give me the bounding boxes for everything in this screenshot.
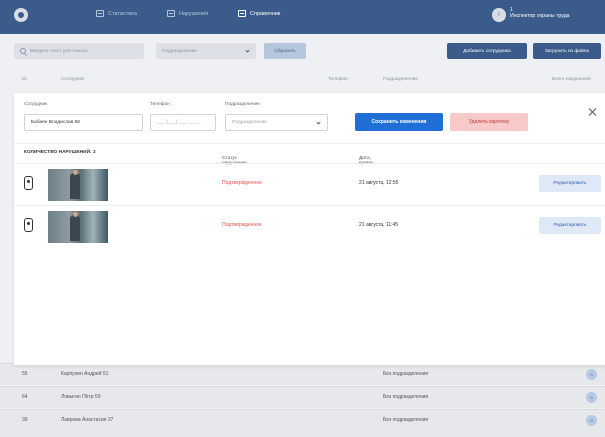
nav-tab-statistics[interactable]: Статистика [96,10,137,17]
sort-down-icon: ↓ [359,156,362,161]
phone-label: Телефон [150,102,170,107]
employee-label: Сотрудник [24,102,48,107]
violations-header: КОЛИЧЕСТВО НАРУШЕНИЙ: 2 Статус нарушения… [14,143,605,166]
violation-thumbnail[interactable] [48,169,108,201]
edit-button[interactable]: Редактировать [539,175,601,192]
table-row[interactable]: 64 Ловыгин Пётр 59 Без подразделения 0 [0,386,605,408]
app-logo[interactable] [14,8,28,22]
chevron-down-icon [316,120,321,125]
nav-tab-violations[interactable]: Нарушения [167,10,208,17]
table-header: ID Сотрудник Телефон Подразделение Всего… [0,74,605,88]
book-icon [238,10,246,17]
close-icon[interactable] [588,107,598,117]
bodycam-icon [24,176,33,190]
violations-count: КОЛИЧЕСТВО НАРУШЕНИЙ: 2 [24,150,96,155]
col-violations: Всего нарушений [552,77,591,82]
chart-icon [96,10,104,17]
col-id: ID [22,77,27,82]
department-label: Подразделение [225,102,260,107]
col-employee: Сотрудник [61,77,85,82]
violation-status: Подтвержденное [222,180,262,186]
violations-count-badge: 0 [586,415,597,426]
department-select[interactable]: Подразделение [225,114,328,131]
delete-card-button[interactable]: Удалить карточку [450,113,528,131]
violation-status: Подтвержденное [222,222,262,228]
user-role: Инспектор охраны труда [510,13,570,19]
phone-field[interactable]: ___ (___) ___-__-__ [150,114,216,131]
violations-count-badge: 0 [586,369,597,380]
col-department: Подразделение [383,77,418,82]
search-icon [20,48,26,54]
save-changes-button[interactable]: Сохранить изменения [355,113,443,131]
sort-icon: ↑↓ [222,156,227,161]
list-icon [167,10,175,17]
violation-thumbnail[interactable] [48,211,108,243]
toolbar: Введите текст для поиска Подразделение С… [0,40,605,64]
edit-button[interactable]: Редактировать [539,217,601,234]
chevron-down-icon [245,48,250,53]
nav-tab-directory[interactable]: Справочник [238,10,280,17]
user-avatar[interactable]: I [492,8,506,22]
violation-row[interactable]: Подтвержденное 21 августа, 12:55 Редакти… [14,163,605,205]
add-employee-button[interactable]: Добавить сотрудника [447,43,527,59]
violation-datetime: 21 августа, 11:45 [359,222,399,228]
department-filter-select[interactable]: Подразделение [156,43,256,59]
employee-name-field[interactable]: Бабаян Владислав 68 [24,114,143,131]
table-row[interactable]: 39 Лаврова Анастасия 37 Без подразделени… [0,409,605,437]
violation-datetime: 21 августа, 12:55 [359,180,399,186]
table-row[interactable]: 55 Карпухин Андрей 51 Без подразделения … [0,363,605,385]
employee-card: Сотрудник Бабаян Владислав 68 Телефон __… [14,93,605,365]
violation-row[interactable]: Подтвержденное 21 августа, 11:45 Редакти… [14,205,605,247]
col-phone: Телефон [328,77,348,82]
top-navbar: Статистика Нарушения Справочник I 1 Инсп… [0,0,605,34]
violations-count-badge: 0 [586,392,597,403]
bodycam-icon [24,218,33,232]
reset-button[interactable]: Сбросить [264,43,306,59]
search-input[interactable]: Введите текст для поиска [14,43,144,59]
upload-file-button[interactable]: Загрузить из файла [533,43,601,59]
